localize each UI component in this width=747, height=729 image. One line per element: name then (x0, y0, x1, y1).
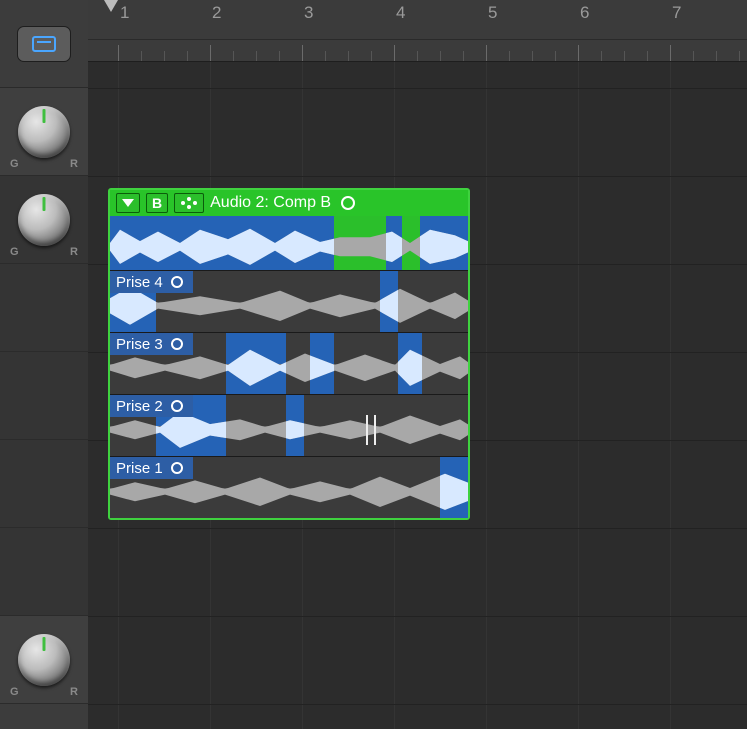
chevron-down-icon (122, 199, 134, 207)
take-name: Prise 1 (116, 460, 163, 477)
automation-toggle-button[interactable] (17, 26, 71, 62)
take-lane[interactable]: Prise 4 (110, 270, 468, 332)
region-title: Audio 2: Comp B (210, 194, 331, 212)
pan-scale: G R (0, 246, 88, 258)
loop-icon[interactable] (341, 196, 355, 210)
take-label[interactable]: Prise 1 (110, 457, 193, 479)
comp-header[interactable]: B Audio 2: Comp B (110, 190, 468, 216)
pan-knob[interactable] (18, 194, 70, 246)
track-header-sidebar: G R G R G R (0, 0, 88, 729)
pan-right-label: R (70, 686, 78, 698)
track-head-6[interactable] (0, 528, 88, 616)
pan-knob[interactable] (18, 106, 70, 158)
bar-number: 5 (488, 3, 497, 23)
take-lane[interactable]: Prise 3 (110, 332, 468, 394)
pan-left-label: G (10, 246, 19, 258)
take-label[interactable]: Prise 4 (110, 271, 193, 293)
playhead-icon[interactable] (104, 0, 118, 12)
take-lane[interactable]: Prise 1 (110, 456, 468, 518)
track-head-1[interactable]: G R (0, 88, 88, 176)
waveform (110, 228, 468, 266)
bar-number: 7 (672, 3, 681, 23)
bar-number: 1 (120, 3, 129, 23)
bar-number: 3 (304, 3, 313, 23)
take-name: Prise 4 (116, 274, 163, 291)
marquee-cursor[interactable] (366, 415, 376, 445)
comp-main-lane[interactable] (110, 216, 468, 270)
pan-scale: G R (0, 686, 88, 698)
track-head-2[interactable]: G R (0, 176, 88, 264)
take-label[interactable]: Prise 2 (110, 395, 193, 417)
track-head-4[interactable] (0, 352, 88, 440)
pan-left-label: G (10, 686, 19, 698)
automation-icon (32, 36, 56, 52)
comp-letter-button[interactable]: B (146, 193, 168, 213)
pan-right-label: R (70, 158, 78, 170)
comp-region[interactable]: B Audio 2: Comp B Prise 4 Prise 3 Prise 2 P… (108, 188, 470, 520)
take-name: Prise 2 (116, 398, 163, 415)
track-head-5[interactable] (0, 440, 88, 528)
tracks-area[interactable]: B Audio 2: Comp B Prise 4 Prise 3 Prise 2 P… (88, 62, 747, 729)
pan-knob[interactable] (18, 634, 70, 686)
bar-number: 6 (580, 3, 589, 23)
track-head-7[interactable]: G R (0, 616, 88, 704)
quick-swipe-icon (180, 196, 198, 210)
pan-scale: G R (0, 158, 88, 170)
take-label[interactable]: Prise 3 (110, 333, 193, 355)
loop-icon[interactable] (171, 338, 183, 350)
track-head-3[interactable] (0, 264, 88, 352)
loop-icon[interactable] (171, 276, 183, 288)
take-lane[interactable]: Prise 2 (110, 394, 468, 456)
take-name: Prise 3 (116, 336, 163, 353)
loop-icon[interactable] (171, 462, 183, 474)
arrange-area: 1 2 3 4 5 6 7 B Audio 2: Comp B (88, 0, 747, 729)
quick-swipe-button[interactable] (174, 193, 204, 213)
pan-left-label: G (10, 158, 19, 170)
loop-icon[interactable] (171, 400, 183, 412)
disclosure-button[interactable] (116, 193, 140, 213)
comp-letter: B (152, 195, 162, 211)
pan-right-label: R (70, 246, 78, 258)
bar-number: 2 (212, 3, 221, 23)
timeline-ruler[interactable]: 1 2 3 4 5 6 7 (88, 0, 747, 62)
beat-ruler[interactable] (88, 39, 747, 61)
bar-number: 4 (396, 3, 405, 23)
sidebar-top (0, 0, 88, 88)
